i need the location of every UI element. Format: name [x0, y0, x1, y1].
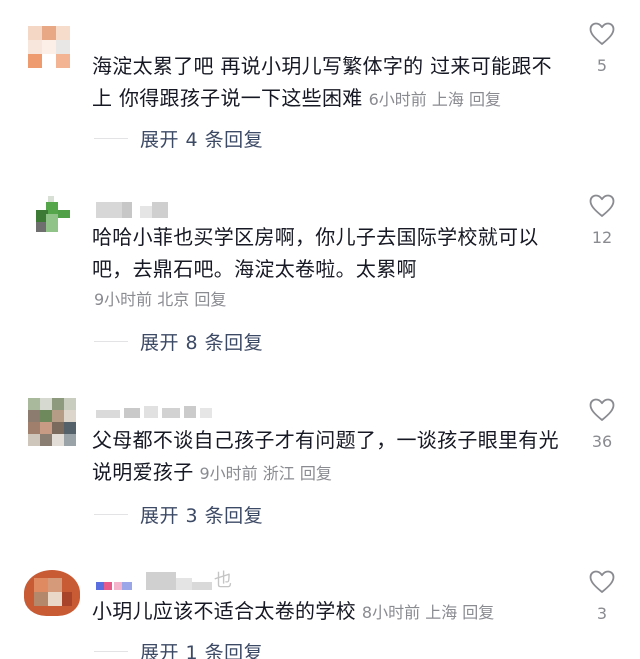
reply-button[interactable]: 回复 [462, 603, 494, 622]
like-button[interactable]: 3 [584, 570, 620, 623]
avatar[interactable] [34, 196, 72, 240]
comment-meta: 9小时前 北京 回复 [94, 290, 226, 310]
heart-outline-icon [589, 398, 615, 421]
comment-text: 小玥儿应该不适合太卷的学校 8小时前 上海 回复 [92, 595, 567, 629]
expand-replies-label: 展开 3 条回复 [140, 504, 264, 527]
comment-text: 父母都不谈自己孩子才有问题了，一谈孩子眼里有光说明爱孩子 9小时前 浙江 回复 [92, 424, 567, 490]
comment-location: 北京 [157, 290, 190, 309]
divider-line [94, 137, 128, 139]
avatar-badge-icon [96, 582, 104, 590]
username-redacted[interactable] [96, 200, 168, 218]
expand-replies-button[interactable]: 展开 4 条回复 [94, 126, 264, 151]
comment-time: 8小时前 [361, 603, 421, 622]
like-count: 3 [596, 604, 608, 623]
expand-replies-button[interactable]: 展开 3 条回复 [94, 502, 264, 527]
expand-replies-button[interactable]: 展开 8 条回复 [94, 329, 264, 354]
reply-button[interactable]: 回复 [469, 90, 501, 109]
heart-outline-icon [589, 570, 615, 593]
avatar[interactable] [28, 398, 78, 448]
divider-line [94, 650, 128, 652]
divider-line [94, 340, 128, 342]
like-button[interactable]: 5 [584, 22, 620, 75]
expand-replies-label: 展开 1 条回复 [140, 641, 264, 659]
divider-line [94, 513, 128, 515]
reply-button[interactable]: 回复 [194, 290, 226, 309]
comment-time: 9小时前 [94, 290, 153, 309]
comment-meta: 6小时前 上海 回复 [369, 90, 501, 109]
like-button[interactable]: 12 [584, 194, 620, 247]
comment-meta: 8小时前 上海 回复 [362, 603, 494, 622]
heart-outline-icon [589, 194, 615, 217]
avatar[interactable] [28, 26, 78, 70]
like-count: 12 [591, 228, 613, 247]
like-button[interactable]: 36 [584, 398, 620, 451]
comment-time: 6小时前 [368, 90, 427, 109]
username-redacted[interactable] [96, 400, 212, 418]
comment-text: 哈哈小菲也买学区房啊，你儿子去国际学校就可以吧，去鼎石吧。海淀太卷啦。太累啊 [92, 221, 567, 285]
comment-body: 小玥儿应该不适合太卷的学校 [92, 599, 356, 623]
expand-replies-label: 展开 8 条回复 [140, 331, 264, 354]
comment-location: 上海 [431, 90, 464, 109]
comment-body: 哈哈小菲也买学区房啊，你儿子去国际学校就可以吧，去鼎石吧。海淀太卷啦。太累啊 [92, 225, 539, 281]
expand-replies-label: 展开 4 条回复 [140, 128, 264, 151]
like-count: 36 [591, 432, 613, 451]
comment-time: 9小时前 [199, 464, 258, 483]
username-row[interactable]: 也 [96, 572, 232, 590]
comment-location: 上海 [425, 603, 458, 622]
heart-outline-icon [589, 22, 615, 45]
avatar[interactable] [24, 570, 80, 616]
username-tail: 也 [214, 570, 232, 591]
comment-meta: 9小时前 浙江 回复 [200, 464, 332, 483]
expand-replies-button[interactable]: 展开 1 条回复 [94, 639, 263, 659]
like-count: 5 [596, 56, 608, 75]
comment-location: 浙江 [262, 464, 295, 483]
reply-button[interactable]: 回复 [300, 464, 332, 483]
comment-text: 海淀太累了吧 再说小玥儿写繁体字的 过来可能跟不上 你得跟孩子说一下这些困难 6小… [92, 50, 567, 116]
